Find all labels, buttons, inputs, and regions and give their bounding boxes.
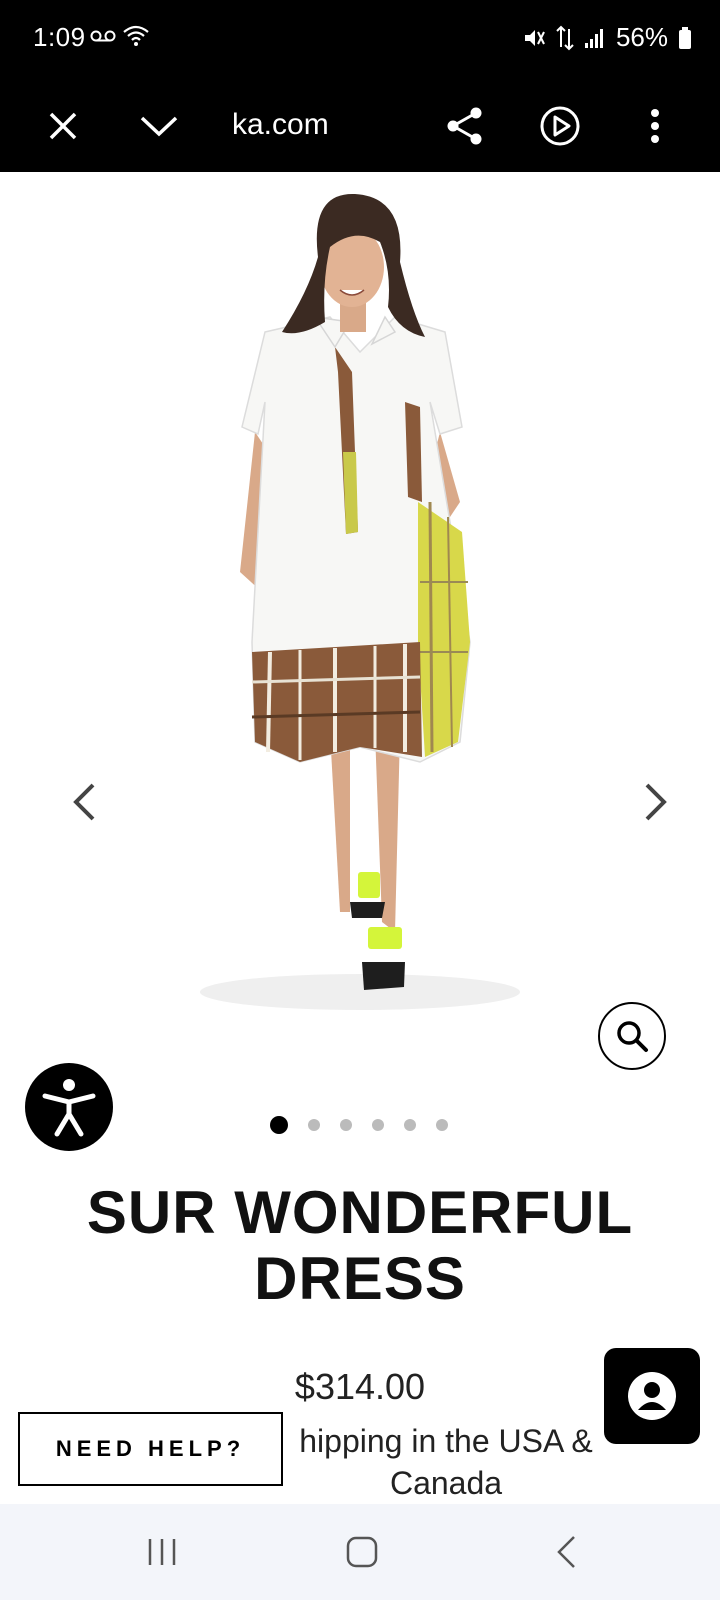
status-bar: 1:09 56% <box>0 0 720 80</box>
zoom-button[interactable] <box>598 1002 666 1070</box>
chevron-down-icon <box>140 116 178 137</box>
product-title-line2: DRESS <box>254 1245 466 1312</box>
carousel-dot-4[interactable] <box>372 1119 384 1131</box>
search-icon <box>617 1021 648 1052</box>
shipping-info: hipping in the USA & Canada <box>276 1420 616 1504</box>
chat-button[interactable] <box>604 1348 700 1444</box>
accessibility-button[interactable] <box>25 1063 113 1151</box>
play-icon <box>540 106 580 146</box>
play-button[interactable] <box>525 80 595 172</box>
prev-image-button[interactable] <box>62 772 106 832</box>
battery-percent: 56% <box>615 22 668 52</box>
share-button[interactable] <box>430 80 500 172</box>
signal-icon <box>584 28 603 48</box>
more-icon <box>651 109 659 143</box>
shipping-line2: Canada <box>389 1465 503 1501</box>
back-icon <box>557 1536 575 1568</box>
chevron-right-icon <box>645 783 667 821</box>
product-title-line1: SUR WONDERFUL <box>86 1179 634 1246</box>
status-left-icons <box>90 24 150 48</box>
shipping-line1: hipping in the USA & <box>299 1423 593 1459</box>
minimize-button[interactable] <box>124 80 194 172</box>
need-help-button[interactable]: NEED HELP? <box>18 1412 283 1486</box>
chevron-left-icon <box>73 783 95 821</box>
share-icon <box>447 107 482 145</box>
product-title: SUR WONDERFUL DRESS <box>0 1180 720 1312</box>
user-icon <box>628 1372 676 1420</box>
battery-icon <box>679 26 691 49</box>
home-icon <box>346 1536 378 1568</box>
carousel-dot-3[interactable] <box>340 1119 352 1131</box>
carousel-dot-2[interactable] <box>308 1119 320 1131</box>
close-icon <box>49 112 77 140</box>
data-icon <box>556 25 574 50</box>
back-button[interactable] <box>526 1522 606 1582</box>
product-photo <box>200 193 520 1010</box>
mute-icon <box>524 29 545 46</box>
carousel-dot-1[interactable] <box>270 1116 288 1134</box>
carousel-indicators <box>270 1116 448 1134</box>
accessibility-icon <box>42 1079 96 1137</box>
url-text[interactable]: ka.com <box>232 108 329 142</box>
recents-icon <box>148 1539 176 1565</box>
home-button[interactable] <box>322 1522 402 1582</box>
status-right: 56% <box>522 22 692 53</box>
voicemail-icon <box>90 30 116 42</box>
browser-toolbar: ka.com <box>0 80 720 172</box>
status-time: 1:09 <box>33 22 86 52</box>
carousel-dot-6[interactable] <box>436 1119 448 1131</box>
system-nav-bar <box>0 1504 720 1600</box>
carousel-dot-5[interactable] <box>404 1119 416 1131</box>
wifi-icon <box>123 25 149 46</box>
next-image-button[interactable] <box>634 772 678 832</box>
product-image-carousel[interactable] <box>0 172 720 1072</box>
more-options-button[interactable] <box>620 80 690 172</box>
close-tab-button[interactable] <box>28 80 98 172</box>
recent-apps-button[interactable] <box>122 1522 202 1582</box>
